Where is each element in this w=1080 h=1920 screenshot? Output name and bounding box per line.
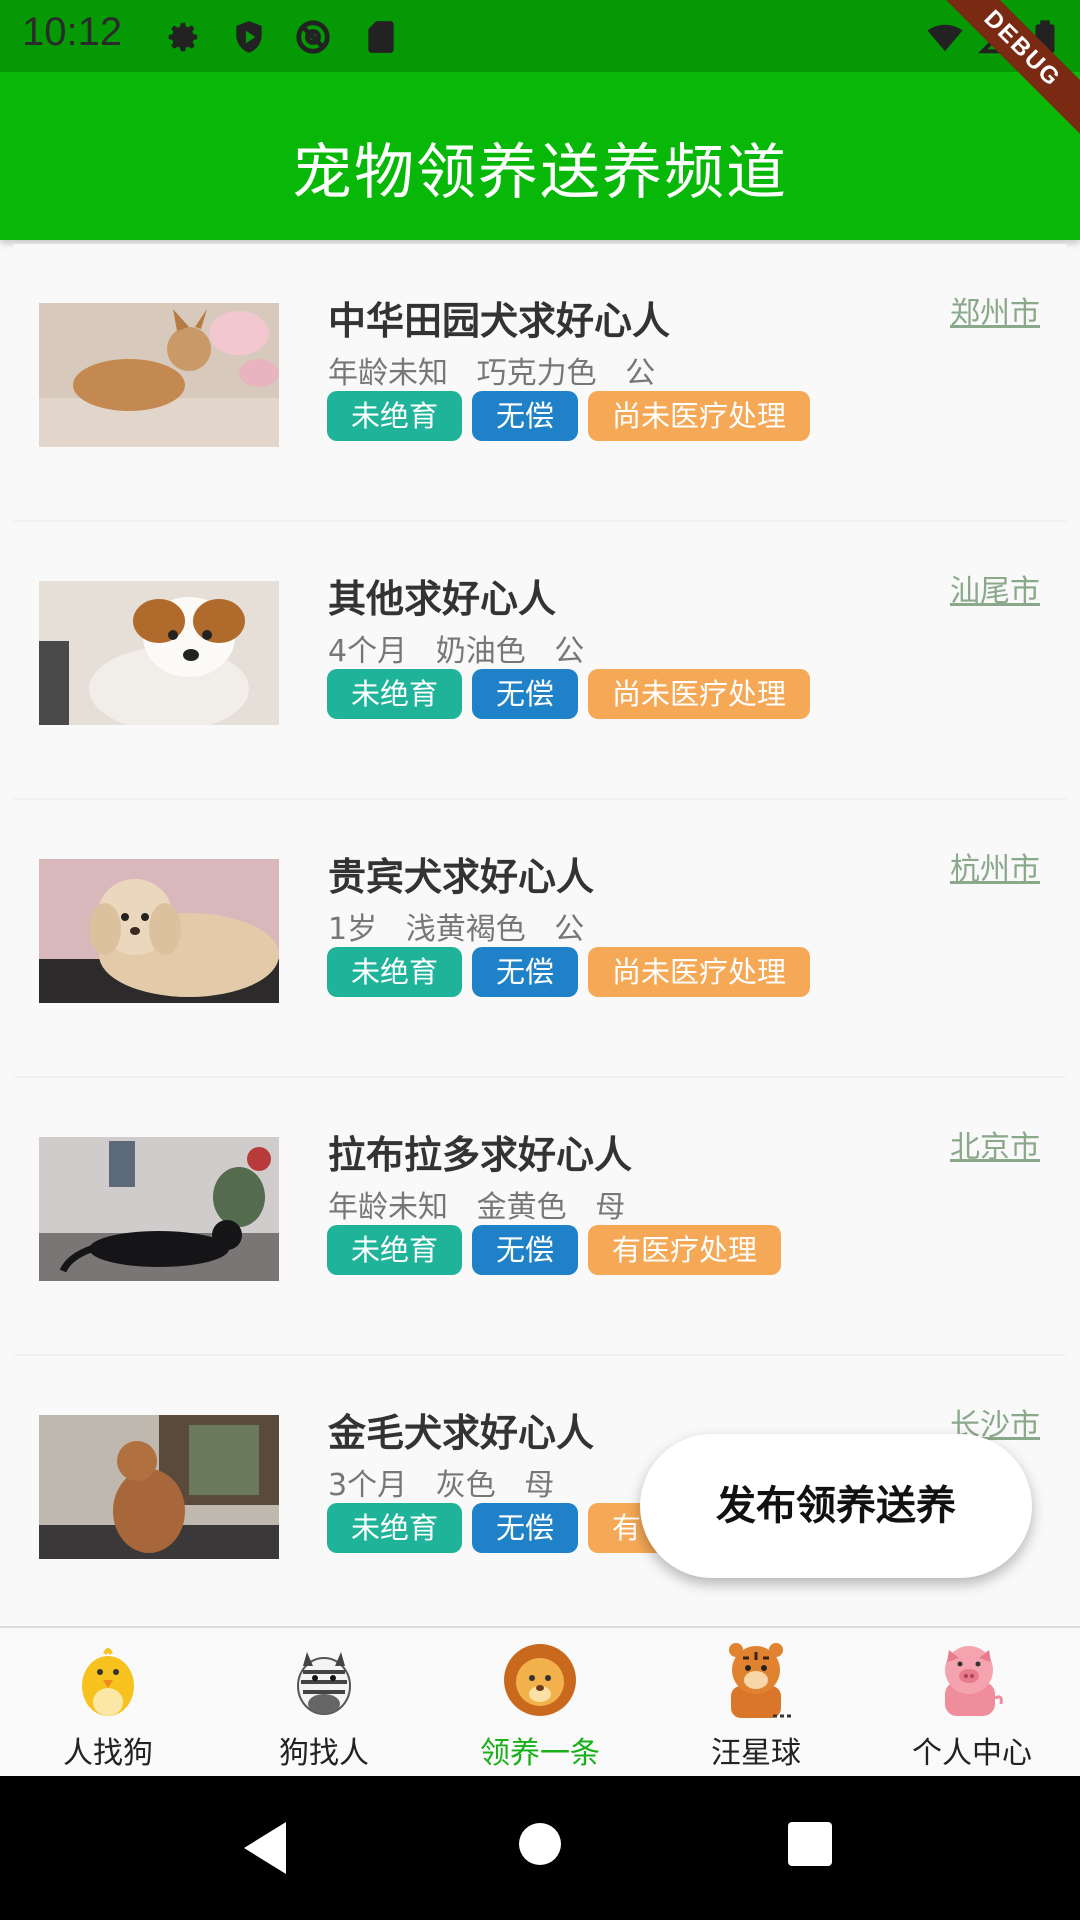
listing-tags: 未绝育 无偿 尚未医疗处理 [327,947,811,997]
tag-medical: 尚未医疗处理 [588,391,811,441]
nav-label: 狗找人 [279,1736,369,1771]
city-link[interactable]: 汕尾市 [950,566,1040,610]
adoption-list[interactable]: 中华田园犬求好心人 年龄未知 巧克力色 公 未绝育 无偿 尚未医疗处理 郑州市 … [0,244,1080,1634]
pet-photo [39,859,279,1003]
publish-adoption-button[interactable]: 发布领养送养 [640,1434,1032,1578]
list-item[interactable]: 其他求好心人 4个月 奶油色 公 未绝育 无偿 尚未医疗处理 汕尾市 [14,522,1066,800]
pet-photo [39,581,279,725]
listing-details: 年龄未知 巧克力色 公 [328,356,656,391]
city-link[interactable]: 郑州市 [950,288,1040,332]
zebra-icon [297,1652,351,1715]
tag-medical: 尚未医疗处理 [588,947,811,997]
listing-details: 1岁 浅黄褐色 公 [328,912,585,947]
listing-title: 贵宾犬求好心人 [328,855,595,899]
nav-label: 个人中心 [912,1736,1032,1771]
bottom-nav: 人找狗 狗找人 领养一条 汪星球 个人中心 [0,1626,1080,1778]
status-bar: 10:12 [0,0,1080,72]
listing-tags: 未绝育 无偿 有医疗处理 [327,1225,782,1275]
list-item[interactable]: 贵宾犬求好心人 1岁 浅黄褐色 公 未绝育 无偿 尚未医疗处理 杭州市 [14,800,1066,1078]
listing-tags: 未绝育 无偿 尚未医疗处理 [327,669,811,719]
tiger-icon [729,1643,793,1718]
recents-icon[interactable] [788,1822,832,1866]
tag-neuter-status: 未绝育 [327,669,463,719]
tag-medical: 有医疗处理 [588,1225,782,1275]
list-item[interactable]: 中华田园犬求好心人 年龄未知 巧克力色 公 未绝育 无偿 尚未医疗处理 郑州市 [14,244,1066,522]
pet-photo [39,1415,279,1559]
shield-play-icon [236,21,262,53]
sd-card-icon [368,21,394,53]
tag-fee: 无偿 [472,391,579,441]
tag-fee: 无偿 [472,1503,579,1553]
tag-neuter-status: 未绝育 [327,391,463,441]
nav-item-profile[interactable]: 个人中心 [864,1628,1080,1778]
listing-details: 4个月 奶油色 公 [328,634,585,669]
nav-label: 人找狗 [63,1736,153,1771]
tag-neuter-status: 未绝育 [327,947,463,997]
tag-neuter-status: 未绝育 [327,1225,463,1275]
list-item[interactable]: 拉布拉多求好心人 年龄未知 金黄色 母 未绝育 无偿 有医疗处理 北京市 [14,1078,1066,1356]
back-icon[interactable] [242,1820,290,1876]
listing-title: 其他求好心人 [328,577,557,621]
nav-item-find-dog[interactable]: 人找狗 [0,1628,216,1778]
tag-neuter-status: 未绝育 [327,1503,463,1553]
at-circle-icon [296,20,330,54]
status-time: 10:12 [22,10,123,54]
page-title: 宠物领养送养频道 [292,138,788,208]
listing-details: 3个月 灰色 母 [328,1468,555,1503]
wifi-icon [927,24,963,52]
nav-label: 领养一条 [480,1736,600,1771]
city-link[interactable]: 北京市 [950,1122,1040,1166]
listing-details: 年龄未知 金黄色 母 [328,1190,626,1225]
settings-icon [168,22,198,52]
city-link[interactable]: 杭州市 [950,844,1040,888]
pig-icon [945,1646,1003,1716]
system-nav-bar [0,1776,1080,1920]
listing-title: 中华田园犬求好心人 [328,299,671,343]
app-bar: 宠物领养送养频道 [0,72,1080,240]
nav-item-dog-find-owner[interactable]: 狗找人 [216,1628,432,1778]
lion-icon [504,1644,576,1716]
home-icon[interactable] [518,1822,562,1866]
tag-fee: 无偿 [472,669,579,719]
pet-photo [39,1137,279,1281]
tag-medical: 尚未医疗处理 [588,669,811,719]
tag-fee: 无偿 [472,947,579,997]
listing-title: 金毛犬求好心人 [328,1411,595,1455]
listing-title: 拉布拉多求好心人 [328,1133,633,1177]
nav-item-adopt[interactable]: 领养一条 [432,1628,648,1778]
nav-item-woof-planet[interactable]: 汪星球 [648,1628,864,1778]
tag-fee: 无偿 [472,1225,579,1275]
pet-photo [39,303,279,447]
chick-icon [82,1648,134,1716]
listing-tags: 未绝育 无偿 尚未医疗处理 [327,391,811,441]
nav-label: 汪星球 [711,1736,801,1771]
listing-tags: 未绝育 无偿 有 [327,1503,666,1553]
